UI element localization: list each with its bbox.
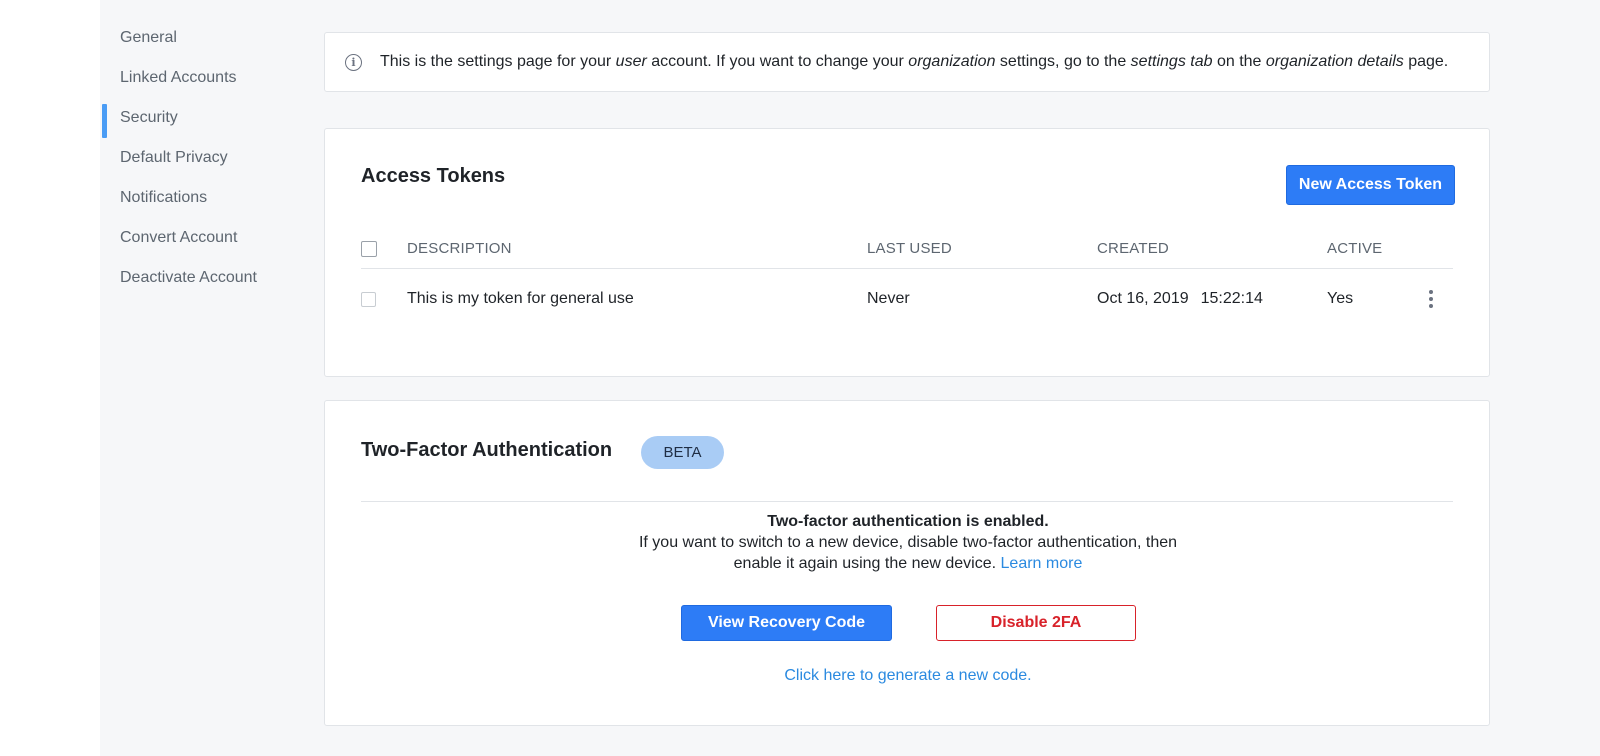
section-divider xyxy=(361,501,1453,502)
sidebar-item-convert-account[interactable]: Convert Account xyxy=(102,224,302,264)
beta-badge: BETA xyxy=(641,436,724,469)
access-tokens-card: Access Tokens New Access Token DESCRIPTI… xyxy=(324,128,1490,377)
sidebar-item-default-privacy[interactable]: Default Privacy xyxy=(102,144,302,184)
new-access-token-button[interactable]: New Access Token xyxy=(1286,165,1455,205)
learn-more-link[interactable]: Learn more xyxy=(1001,555,1083,572)
token-active: Yes xyxy=(1327,290,1354,307)
sidebar-item-linked-accounts[interactable]: Linked Accounts xyxy=(102,64,302,104)
column-header-description[interactable]: DESCRIPTION xyxy=(407,229,512,268)
table-row: This is my token for general use Never O… xyxy=(361,269,1453,329)
settings-sidebar: General Linked Accounts Security Default… xyxy=(102,24,302,304)
access-tokens-table: DESCRIPTION LAST USED CREATED ACTIVE Thi… xyxy=(361,229,1453,329)
generate-code-container: Click here to generate a new code. xyxy=(325,667,1491,685)
token-last-used: Never xyxy=(867,290,910,307)
sidebar-item-notifications[interactable]: Notifications xyxy=(102,184,302,224)
two-factor-card: Two-Factor Authentication BETA Two-facto… xyxy=(324,400,1490,726)
access-tokens-title: Access Tokens xyxy=(361,165,506,187)
generate-new-code-link[interactable]: Click here to generate a new code. xyxy=(784,667,1031,684)
row-checkbox[interactable] xyxy=(361,291,376,307)
disable-2fa-button[interactable]: Disable 2FA xyxy=(936,605,1136,641)
two-factor-instruction-line1: If you want to switch to a new device, d… xyxy=(638,534,1178,551)
two-factor-status: Two-factor authentication is enabled. xyxy=(767,513,1049,530)
token-created: Oct 16, 2019 15:22:14 xyxy=(1097,290,1263,307)
select-all-checkbox[interactable] xyxy=(361,240,377,257)
sidebar-item-security[interactable]: Security xyxy=(102,104,302,144)
left-gutter xyxy=(0,0,100,756)
table-header: DESCRIPTION LAST USED CREATED ACTIVE xyxy=(361,229,1453,269)
kebab-menu-icon[interactable] xyxy=(1423,286,1439,312)
info-icon: i xyxy=(345,53,362,71)
view-recovery-code-button[interactable]: View Recovery Code xyxy=(681,605,892,641)
column-header-created[interactable]: CREATED xyxy=(1097,229,1169,268)
two-factor-message: Two-factor authentication is enabled. If… xyxy=(325,511,1491,574)
sidebar-item-deactivate-account[interactable]: Deactivate Account xyxy=(102,264,302,304)
two-factor-title: Two-Factor Authentication xyxy=(361,439,613,461)
two-factor-instruction-line2: enable it again using the new device. Le… xyxy=(733,555,1083,572)
info-banner: i This is the settings page for your use… xyxy=(324,32,1490,92)
sidebar-item-general[interactable]: General xyxy=(102,24,302,64)
column-header-last-used[interactable]: LAST USED xyxy=(867,229,952,268)
info-banner-text: This is the settings page for your user … xyxy=(380,53,1449,70)
column-header-active[interactable]: ACTIVE xyxy=(1327,229,1382,268)
token-description: This is my token for general use xyxy=(407,290,634,307)
